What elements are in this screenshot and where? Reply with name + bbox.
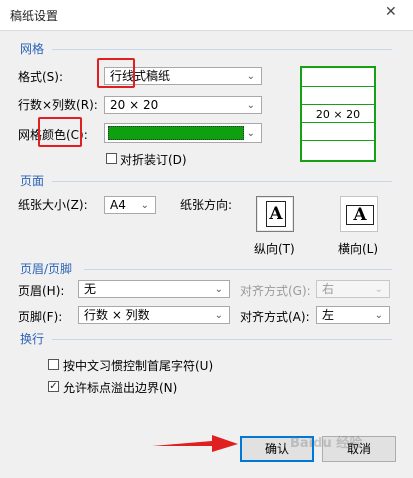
portrait-label: 纵向(T) — [254, 242, 295, 256]
preview-line — [302, 104, 374, 105]
section-label-wrap: 换行 — [20, 332, 45, 346]
chevron-down-icon: ⌄ — [374, 284, 383, 295]
footer-align-value: 左 — [322, 308, 335, 322]
chevron-down-icon: ⌄ — [246, 71, 255, 82]
section-divider — [52, 181, 392, 182]
style-label: 格式(S): — [18, 70, 64, 84]
footer-value: 行数 × 列数 — [84, 308, 150, 322]
paper-size-value: A4 — [110, 198, 126, 212]
chevron-down-icon: ⌄ — [374, 310, 383, 321]
landscape-page-icon: A — [346, 205, 374, 225]
title-bar: 稿纸设置 ✕ — [0, 0, 413, 30]
portrait-page-icon: A — [266, 201, 286, 227]
header-align-select: 右 ⌄ — [316, 280, 390, 298]
preview-text: 20 × 20 — [315, 108, 361, 121]
landscape-button[interactable]: A — [340, 196, 378, 232]
chevron-down-icon: ⌄ — [246, 100, 255, 111]
section-divider — [84, 269, 392, 270]
grid-color-select[interactable]: ⌄ — [104, 123, 262, 143]
preview-line — [302, 122, 374, 123]
paper-size-select[interactable]: A4 ⌄ — [104, 196, 156, 214]
preview-line — [302, 86, 374, 87]
chevron-down-icon: ⌄ — [214, 310, 223, 321]
chevron-down-icon: ⌄ — [214, 284, 223, 295]
section-divider — [52, 49, 392, 50]
rows-cols-label: 行数×列数(R): — [18, 98, 98, 112]
orientation-label: 纸张方向: — [180, 198, 233, 212]
header-align-label: 对齐方式(G): — [240, 284, 311, 298]
portrait-button[interactable]: A — [256, 196, 294, 232]
footer-select[interactable]: 行数 × 列数 ⌄ — [78, 306, 230, 324]
footer-label: 页脚(F): — [18, 310, 63, 324]
header-value: 无 — [84, 282, 97, 296]
check-icon: ✓ — [49, 381, 58, 392]
section-label-page: 页面 — [20, 174, 45, 188]
chevron-down-icon: ⌄ — [140, 200, 149, 211]
section-divider — [52, 339, 392, 340]
wrap-option2-checkbox[interactable]: ✓ — [48, 381, 59, 392]
wrap-option2-label: 允许标点溢出边界(N) — [63, 381, 178, 395]
footer-align-select[interactable]: 左 ⌄ — [316, 306, 390, 324]
header-select[interactable]: 无 ⌄ — [78, 280, 230, 298]
color-swatch — [108, 126, 244, 140]
annotation-arrow — [152, 435, 238, 452]
preview-line — [302, 140, 374, 141]
annotation-highlight — [38, 117, 82, 147]
section-label-header-footer: 页眉/页脚 — [20, 262, 73, 276]
header-align-value: 右 — [322, 282, 335, 296]
annotation-highlight — [97, 58, 135, 88]
landscape-label: 横向(L) — [338, 242, 379, 256]
paper-size-label: 纸张大小(Z): — [18, 198, 88, 212]
chevron-down-icon: ⌄ — [246, 128, 255, 139]
wrap-option1-label: 按中文习惯控制首尾字符(U) — [63, 359, 214, 373]
window-title: 稿纸设置 — [10, 9, 59, 23]
footer-align-label: 对齐方式(A): — [240, 310, 310, 324]
wrap-option1-checkbox[interactable] — [48, 359, 59, 370]
arrow-shape — [152, 435, 238, 452]
rows-cols-select[interactable]: 20 × 20 ⌄ — [104, 96, 262, 114]
header-label: 页眉(H): — [18, 284, 65, 298]
rows-cols-select-value: 20 × 20 — [110, 98, 159, 112]
close-icon[interactable]: ✕ — [385, 4, 397, 20]
fold-label: 对折装订(D) — [120, 153, 187, 167]
grid-preview: 20 × 20 — [300, 66, 376, 162]
watermark: Baidu 经验 — [290, 436, 363, 451]
fold-checkbox[interactable] — [106, 153, 117, 164]
section-label-grid: 网格 — [20, 42, 45, 56]
